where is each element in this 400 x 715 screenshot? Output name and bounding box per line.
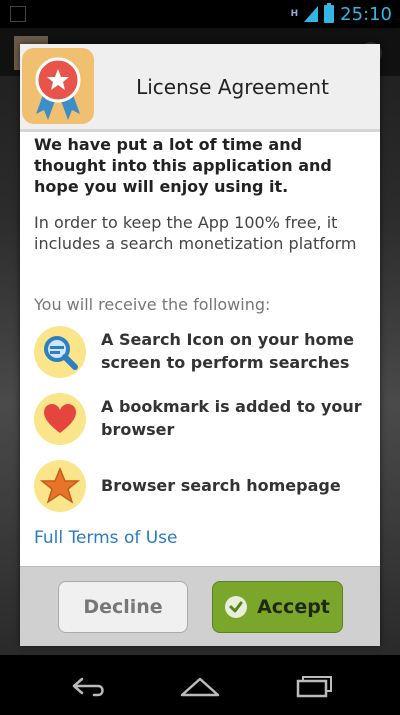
feature-text-search: A Search Icon on your home screen to per… bbox=[101, 330, 354, 372]
feature-text-homepage: Browser search homepage bbox=[101, 476, 341, 495]
accept-button-label: Accept bbox=[257, 596, 330, 618]
signal-icon bbox=[304, 6, 319, 22]
accept-button[interactable]: Accept bbox=[212, 581, 343, 633]
notification-icon bbox=[10, 6, 26, 22]
ribbon-badge-icon bbox=[22, 48, 94, 124]
status-icons: H 25:10 bbox=[291, 2, 392, 26]
receive-heading: You will receive the following: bbox=[34, 295, 271, 314]
heart-icon bbox=[34, 393, 86, 445]
dialog-footer: Decline Accept bbox=[20, 566, 380, 646]
decline-button[interactable]: Decline bbox=[58, 581, 188, 633]
feature-item-homepage: Browser search homepage bbox=[34, 460, 370, 520]
dialog-header: License Agreement bbox=[20, 44, 380, 132]
decline-button-label: Decline bbox=[83, 596, 163, 618]
dialog-body: We have put a lot of time and thought in… bbox=[34, 134, 370, 512]
intro-text: We have put a lot of time and thought in… bbox=[34, 135, 332, 196]
checkmark-icon bbox=[225, 596, 248, 618]
battery-icon bbox=[324, 3, 335, 23]
network-type-label: H bbox=[290, 8, 299, 19]
explanation-text: In order to keep the App 100% free, it i… bbox=[34, 213, 357, 253]
feature-text-bookmark: A bookmark is added to your browser bbox=[101, 397, 362, 439]
home-icon[interactable] bbox=[176, 673, 224, 699]
feature-item-search: A Search Icon on your home screen to per… bbox=[34, 326, 370, 386]
recent-apps-icon[interactable] bbox=[290, 673, 338, 699]
search-magnifier-icon bbox=[34, 326, 86, 378]
license-dialog: License Agreement We have put a lot of t… bbox=[20, 44, 380, 646]
navigation-bar bbox=[0, 655, 400, 715]
clock: 25:10 bbox=[340, 3, 392, 25]
back-icon[interactable] bbox=[64, 673, 112, 699]
status-bar: H 25:10 bbox=[0, 0, 400, 28]
full-terms-link[interactable]: Full Terms of Use bbox=[34, 528, 178, 548]
feature-item-bookmark: A bookmark is added to your browser bbox=[34, 393, 370, 453]
star-icon bbox=[34, 460, 86, 512]
dialog-title: License Agreement bbox=[136, 74, 329, 99]
